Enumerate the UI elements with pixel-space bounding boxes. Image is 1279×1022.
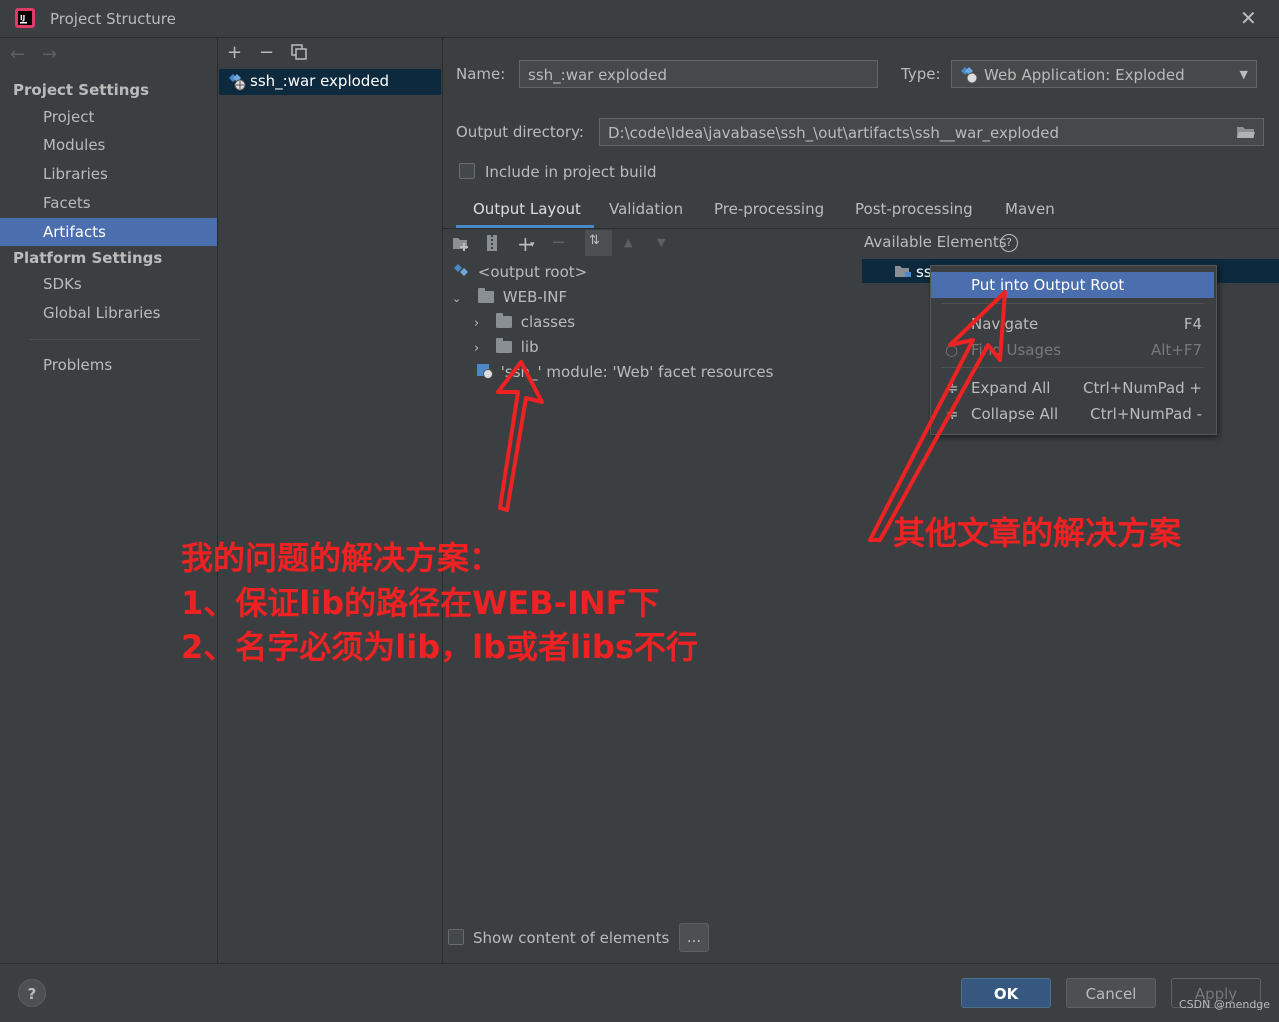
red-arrow-right (868, 290, 1007, 542)
red-arrow-left (496, 360, 544, 512)
annotation-right: 其他文章的解决方案 (893, 514, 1182, 552)
annotation-left-line3: 2、名字必须为lib，lb或者libs不行 (181, 628, 698, 666)
annotation-left-line2: 1、保证lib的路径在WEB-INF下 (181, 584, 660, 622)
annotation-left-line1: 我的问题的解决方案： (181, 539, 502, 577)
